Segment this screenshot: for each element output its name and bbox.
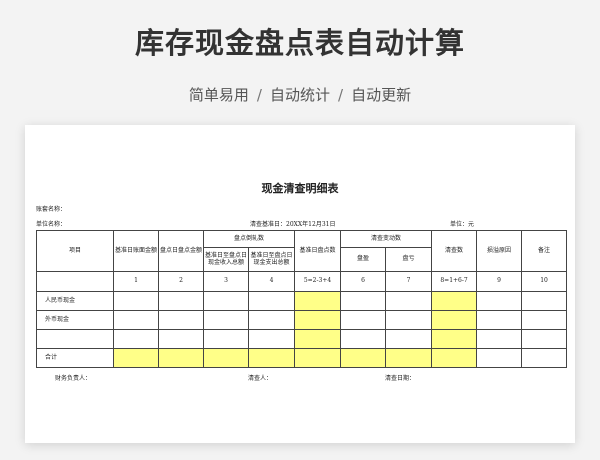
account-name-label: 账套名称： xyxy=(36,206,67,213)
table-cell[interactable] xyxy=(476,310,523,330)
header-item: 项目 xyxy=(36,230,114,272)
table-cell[interactable] xyxy=(340,329,387,349)
header-income-total: 基准日至盘点日现金收入总额 xyxy=(203,247,249,272)
header-count-day-amount: 盘点日盘点金额 xyxy=(158,230,204,272)
formula-cell[interactable] xyxy=(294,329,342,349)
base-date-label: 清查基准日：20XX年12月31日 xyxy=(250,221,336,228)
column-number-cell: 9 xyxy=(476,271,523,292)
finance-manager-label: 财务负责人： xyxy=(55,375,92,382)
formula-cell[interactable] xyxy=(431,329,478,349)
formula-cell[interactable] xyxy=(431,291,478,311)
row-label xyxy=(36,329,114,349)
tag-separator: / xyxy=(256,86,262,104)
table-cell[interactable] xyxy=(340,291,387,311)
banner-tagline: 简单易用 / 自动统计 / 自动更新 xyxy=(0,84,600,105)
table-cell[interactable] xyxy=(476,348,523,368)
table-cell[interactable] xyxy=(203,310,249,330)
table-cell[interactable] xyxy=(247,310,296,330)
total-cell[interactable] xyxy=(203,348,249,368)
table-cell[interactable] xyxy=(113,329,159,349)
column-number-cell: 8=1+6-7 xyxy=(431,271,478,292)
column-number-cell: 3 xyxy=(203,271,249,292)
header-remarks: 备注 xyxy=(521,230,568,272)
table-cell[interactable] xyxy=(158,310,204,330)
tag-easy: 简单易用 xyxy=(188,86,249,104)
column-number-cell: 5=2-3+4 xyxy=(294,271,342,292)
formula-cell[interactable] xyxy=(294,310,342,330)
header-audit-count: 清查数 xyxy=(431,230,478,272)
header-expense-total: 基准日至盘点日现金支出总额 xyxy=(247,247,296,272)
unit-name-label: 单位名称： xyxy=(36,221,67,228)
header-row: 项目 基准日账面金额 盘点日盘点金额 盘点倒轧数 基准日盘点数 清查变动数 清查… xyxy=(36,230,568,272)
header-reason: 损溢原因 xyxy=(476,230,523,272)
column-number-cell: 1 xyxy=(113,271,159,292)
total-cell[interactable] xyxy=(113,348,159,368)
table-row xyxy=(36,329,568,349)
formula-cell[interactable] xyxy=(294,291,342,311)
audit-date-label: 清查日期： xyxy=(385,375,416,382)
table-cell[interactable] xyxy=(521,291,568,311)
column-number-cell xyxy=(36,271,114,292)
tag-separator: / xyxy=(338,86,344,104)
total-row: 合计 xyxy=(36,348,568,368)
table-cell[interactable] xyxy=(340,310,387,330)
table-cell[interactable] xyxy=(247,329,296,349)
header-base-book-balance: 基准日账面金额 xyxy=(113,230,159,272)
tag-auto-update: 自动更新 xyxy=(351,86,412,104)
cash-audit-table: 项目 基准日账面金额 盘点日盘点金额 盘点倒轧数 基准日盘点数 清查变动数 清查… xyxy=(36,230,568,368)
column-number-cell: 10 xyxy=(521,271,568,292)
table-cell[interactable] xyxy=(203,329,249,349)
total-cell[interactable] xyxy=(158,348,204,368)
table-cell[interactable] xyxy=(521,348,568,368)
row-label: 外币现金 xyxy=(36,310,114,330)
total-cell[interactable] xyxy=(340,348,387,368)
table-row: 外币现金 xyxy=(36,310,568,330)
table-cell[interactable] xyxy=(247,291,296,311)
table-cell[interactable] xyxy=(476,329,523,349)
row-label: 人民币现金 xyxy=(36,291,114,311)
table-cell[interactable] xyxy=(203,291,249,311)
header-surplus: 盘盈 xyxy=(340,247,387,272)
column-number-cell: 2 xyxy=(158,271,204,292)
table-cell[interactable] xyxy=(521,310,568,330)
table-cell[interactable] xyxy=(521,329,568,349)
header-count-adjustment: 盘点倒轧数 xyxy=(202,230,296,248)
table-cell[interactable] xyxy=(385,329,433,349)
document-title: 现金清查明细表 xyxy=(261,182,339,195)
auditor-label: 清查人： xyxy=(248,375,273,382)
total-cell[interactable] xyxy=(247,348,296,368)
column-number-cell: 4 xyxy=(247,271,296,292)
table-cell[interactable] xyxy=(385,291,433,311)
table-cell[interactable] xyxy=(158,329,204,349)
header-loss: 盘亏 xyxy=(385,247,433,272)
table-cell[interactable] xyxy=(113,291,159,311)
header-change-amount: 清查变动数 xyxy=(340,230,433,248)
table-cell[interactable] xyxy=(385,310,433,330)
unit-label: 单位：元 xyxy=(450,221,475,228)
table-cell[interactable] xyxy=(158,291,204,311)
column-number-row: 1 2 3 4 5=2-3+4 6 7 8=1+6-7 9 10 xyxy=(36,271,568,292)
banner-title: 库存现金盘点表自动计算 xyxy=(134,26,465,60)
header-base-count-amount: 基准日盘点数 xyxy=(294,230,342,272)
total-cell[interactable] xyxy=(431,348,478,368)
total-cell[interactable] xyxy=(294,348,342,368)
spreadsheet-preview: 现金清查明细表 账套名称： 单位名称： 清查基准日：20XX年12月31日 单位… xyxy=(25,125,575,443)
tag-auto-stats: 自动统计 xyxy=(269,86,330,104)
formula-cell[interactable] xyxy=(431,310,478,330)
table-row: 人民币现金 xyxy=(36,291,568,311)
table-cell[interactable] xyxy=(476,291,523,311)
table-cell[interactable] xyxy=(113,310,159,330)
column-number-cell: 6 xyxy=(340,271,387,292)
total-cell[interactable] xyxy=(385,348,433,368)
column-number-cell: 7 xyxy=(385,271,433,292)
row-label-total: 合计 xyxy=(36,348,114,368)
